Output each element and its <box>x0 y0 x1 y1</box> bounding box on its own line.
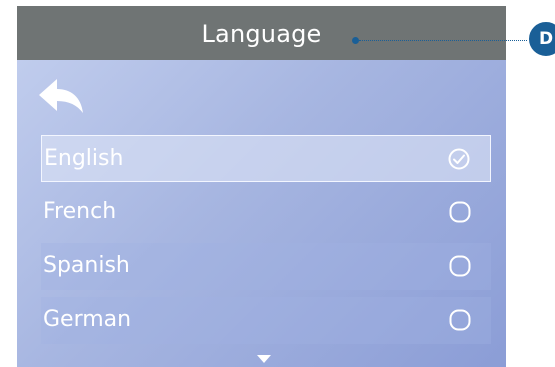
language-option-label: French <box>43 199 117 224</box>
circle-empty-icon <box>449 309 471 331</box>
back-arrow-icon[interactable] <box>37 77 85 117</box>
language-option-german[interactable]: German <box>41 297 491 344</box>
language-option-label: German <box>43 307 132 332</box>
callout-badge: D <box>527 20 555 58</box>
circle-check-icon <box>448 148 470 170</box>
language-option-label: English <box>44 146 124 171</box>
triangle-down-icon[interactable] <box>257 355 271 363</box>
page-title: Language <box>201 20 322 48</box>
device-screen: Language English French Spanish German <box>17 6 506 367</box>
circle-empty-icon <box>449 201 471 223</box>
callout-dot <box>352 37 359 44</box>
circle-empty-icon <box>449 255 471 277</box>
callout-leader-line <box>359 40 537 41</box>
language-screen: Language English French Spanish German <box>17 6 506 367</box>
language-option-spanish[interactable]: Spanish <box>41 243 491 290</box>
language-option-french[interactable]: French <box>41 189 491 236</box>
header-bar: Language <box>17 6 506 60</box>
language-option-english[interactable]: English <box>41 135 491 182</box>
language-option-label: Spanish <box>43 253 130 278</box>
